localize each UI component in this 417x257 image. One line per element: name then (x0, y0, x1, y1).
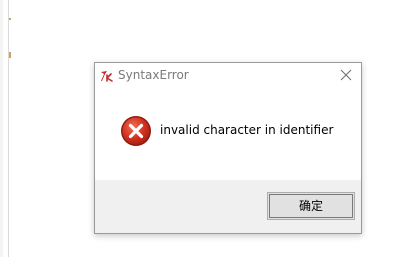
tk-feather-icon (100, 68, 114, 82)
ok-button[interactable]: 确定 (267, 192, 355, 220)
dialog-footer: 确定 (95, 180, 361, 233)
syntax-error-dialog: SyntaxError invalid character in identif… (94, 62, 362, 234)
background-mark (9, 52, 11, 58)
background-edge (0, 0, 3, 257)
error-icon (120, 115, 152, 147)
background-divider (8, 0, 9, 257)
error-message: invalid character in identifier (160, 123, 334, 137)
close-button[interactable] (331, 63, 361, 87)
background-mark (9, 18, 11, 20)
dialog-titlebar[interactable]: SyntaxError (95, 63, 361, 87)
dialog-title: SyntaxError (118, 68, 189, 82)
dialog-content: invalid character in identifier (95, 87, 361, 180)
close-icon (340, 69, 352, 81)
